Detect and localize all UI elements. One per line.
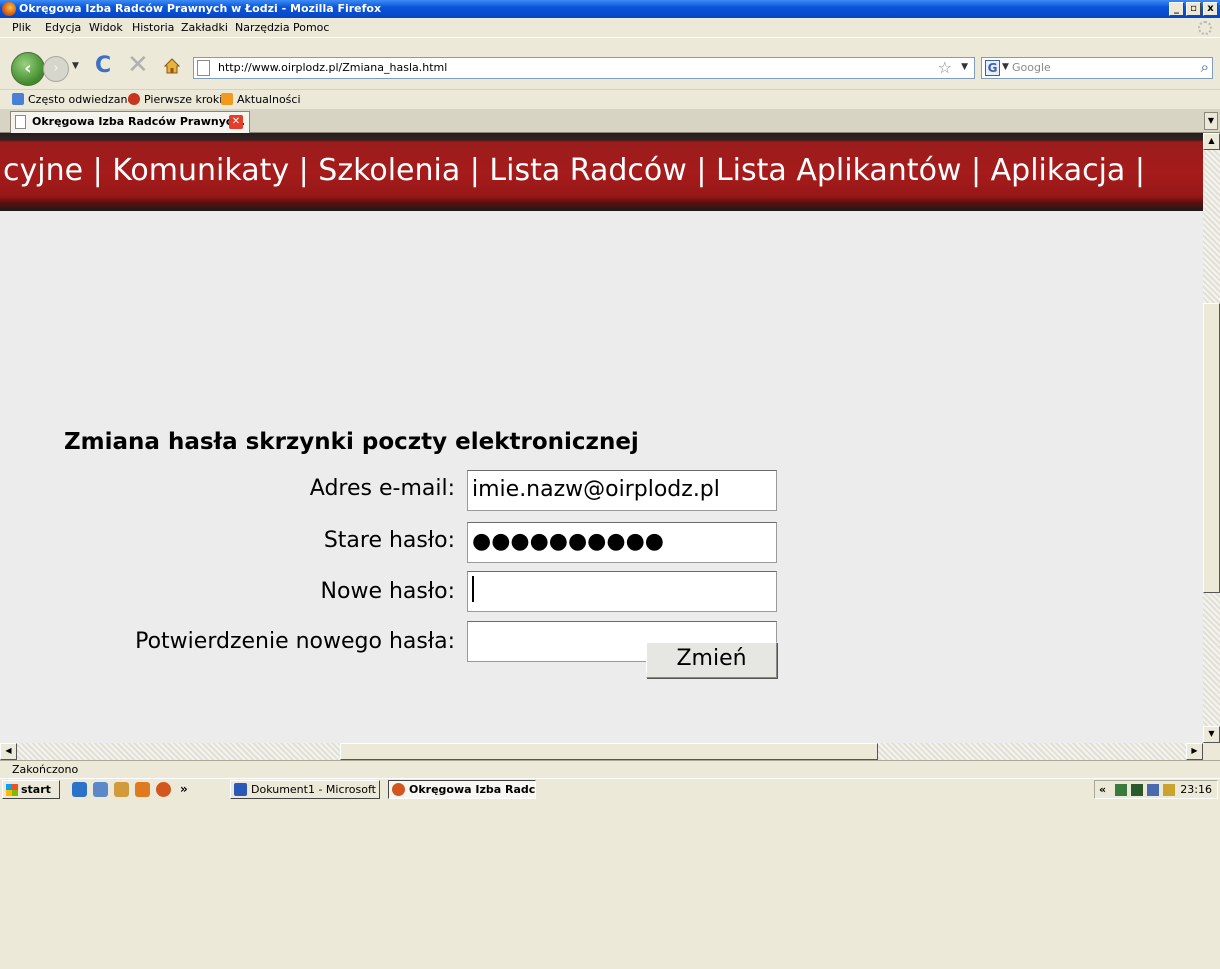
old-password-label: Stare hasło: — [323, 528, 455, 553]
horizontal-scrollbar[interactable]: ◀ ▶ — [0, 743, 1203, 760]
media-quicklaunch-icon[interactable] — [135, 782, 150, 797]
history-dropdown-icon[interactable]: ▼ — [72, 61, 79, 71]
old-password-field[interactable]: ●●●●●●●●●● — [467, 522, 777, 563]
menu-pomoc[interactable]: Pomoc — [293, 18, 329, 37]
new-password-field[interactable] — [467, 571, 777, 612]
url-text[interactable]: http://www.oirplodz.pl/Zmiana_hasla.html — [218, 61, 447, 74]
bookmark-star-icon[interactable]: ☆ — [938, 58, 952, 77]
home-icon[interactable] — [164, 58, 180, 74]
horizontal-scroll-thumb[interactable] — [340, 743, 878, 760]
search-bar[interactable]: G ▼ Google ⌕ — [981, 57, 1213, 79]
minimize-button[interactable]: _ — [1169, 2, 1184, 16]
new-password-label: Nowe hasło: — [320, 579, 455, 604]
scroll-right-icon[interactable]: ▶ — [1186, 743, 1203, 760]
close-button[interactable]: x — [1203, 2, 1218, 16]
back-button[interactable]: ‹ — [11, 52, 45, 86]
status-bar: Zakończono — [0, 760, 1220, 778]
scrollbar-corner — [1203, 743, 1220, 760]
quicklaunch-more-icon[interactable]: » — [180, 779, 188, 799]
maximize-button[interactable]: ▫ — [1186, 2, 1201, 16]
firefox-bookmark-icon — [128, 93, 140, 105]
menu-plik[interactable]: Plik — [12, 18, 31, 37]
bookmark-czesto-odwiedzane[interactable]: Często odwiedzane — [12, 90, 134, 110]
ie-quicklaunch-icon[interactable] — [72, 782, 87, 797]
window-controls: _ ▫ x — [1167, 2, 1218, 17]
firefox-icon — [2, 2, 16, 16]
tab-page-icon — [15, 115, 26, 129]
menu-narzedzia[interactable]: Narzędzia — [235, 18, 290, 37]
word-icon — [234, 783, 247, 796]
throbber-icon — [1198, 21, 1212, 35]
menu-bar: Plik Edycja Widok Historia Zakładki Narz… — [0, 18, 1220, 37]
page-icon — [197, 60, 210, 76]
url-dropdown-icon[interactable]: ▼ — [961, 62, 968, 72]
start-button[interactable]: start — [2, 780, 60, 799]
bookmark-label: Pierwsze kroki — [144, 93, 223, 106]
bookmark-folder-icon — [12, 93, 24, 105]
bookmark-label: Często odwiedzane — [28, 93, 135, 106]
forward-button[interactable]: › — [43, 56, 69, 82]
task-label: Dokument1 - Microsoft ... — [251, 783, 380, 796]
form-title: Zmiana hasła skrzynki poczty elektronicz… — [64, 429, 639, 455]
search-placeholder[interactable]: Google — [1012, 61, 1051, 74]
system-tray: « 23:16 — [1094, 780, 1218, 799]
menu-widok[interactable]: Widok — [89, 18, 123, 37]
rss-icon — [221, 93, 233, 105]
scroll-left-icon[interactable]: ◀ — [0, 743, 17, 760]
site-navigation: cyjne | Komunikaty | Szkolenia | Lista R… — [0, 133, 1203, 211]
reload-icon[interactable]: C — [95, 53, 111, 78]
tab-bar: Okręgowa Izba Radców Prawnyc... ✕ ▼ — [0, 109, 1220, 133]
text-caret — [472, 576, 474, 602]
back-arrow-icon: ‹ — [24, 58, 32, 79]
email-field[interactable]: imie.nazw@oirplodz.pl — [467, 470, 777, 511]
window-title-bar[interactable]: Okręgowa Izba Radców Prawnych w Łodzi - … — [0, 0, 1220, 18]
task-word[interactable]: Dokument1 - Microsoft ... — [230, 780, 380, 799]
bookmark-aktualnosci[interactable]: Aktualności — [221, 90, 301, 110]
task-firefox[interactable]: Okręgowa Izba Radcó... — [388, 780, 536, 799]
search-icon[interactable]: ⌕ — [1201, 58, 1209, 76]
windows-logo-icon — [6, 784, 18, 796]
firefox-task-icon — [392, 783, 405, 796]
url-bar[interactable]: http://www.oirplodz.pl/Zmiana_hasla.html… — [193, 57, 975, 79]
bookmark-label: Aktualności — [237, 93, 301, 106]
clock: 23:16 — [1180, 783, 1212, 796]
tab-oirp[interactable]: Okręgowa Izba Radców Prawnyc... ✕ — [10, 111, 250, 133]
search-engine-dropdown-icon[interactable]: ▼ — [1002, 62, 1009, 72]
tab-close-icon[interactable]: ✕ — [229, 115, 243, 129]
firefox-quicklaunch-icon[interactable] — [156, 782, 171, 797]
menu-zakladki[interactable]: Zakładki — [181, 18, 228, 37]
stop-icon[interactable]: ✕ — [127, 50, 149, 80]
vertical-scroll-thumb[interactable] — [1203, 303, 1220, 593]
menu-historia[interactable]: Historia — [132, 18, 174, 37]
network-tray-icon[interactable] — [1115, 784, 1127, 796]
tray-expand-icon[interactable]: « — [1099, 781, 1106, 798]
email-label: Adres e-mail: — [309, 476, 455, 501]
status-text: Zakończono — [12, 763, 79, 776]
antivirus-tray-icon[interactable] — [1131, 784, 1143, 796]
task-label: Okręgowa Izba Radcó... — [409, 783, 536, 796]
forward-arrow-icon: › — [53, 61, 59, 76]
windows-taskbar: start » Dokument1 - Microsoft ... Okręgo… — [0, 778, 1220, 800]
bookmarks-toolbar: Często odwiedzane Pierwsze kroki Aktualn… — [0, 89, 1220, 109]
window-title: Okręgowa Izba Radców Prawnych w Łodzi - … — [19, 2, 382, 15]
menu-edycja[interactable]: Edycja — [45, 18, 81, 37]
start-label: start — [21, 783, 51, 796]
vertical-scrollbar[interactable]: ▲ ▼ — [1203, 133, 1220, 743]
app-quicklaunch-icon[interactable] — [114, 782, 129, 797]
site-nav-links[interactable]: cyjne | Komunikaty | Szkolenia | Lista R… — [3, 153, 1145, 188]
page-content: cyjne | Komunikaty | Szkolenia | Lista R… — [0, 133, 1203, 743]
submit-button[interactable]: Zmień — [646, 642, 777, 678]
scroll-up-icon[interactable]: ▲ — [1203, 133, 1220, 150]
navigation-toolbar: ‹ › ▼ C ✕ http://www.oirplodz.pl/Zmiana_… — [0, 37, 1220, 89]
desktop-quicklaunch-icon[interactable] — [93, 782, 108, 797]
monitor-tray-icon[interactable] — [1147, 784, 1159, 796]
volume-tray-icon[interactable] — [1163, 784, 1175, 796]
scroll-down-icon[interactable]: ▼ — [1203, 726, 1220, 743]
tab-label: Okręgowa Izba Radców Prawnyc... — [32, 115, 245, 128]
google-engine-icon[interactable]: G — [985, 60, 1000, 76]
confirm-password-label: Potwierdzenie nowego hasła: — [135, 629, 455, 654]
tab-list-button[interactable]: ▼ — [1204, 112, 1218, 130]
bookmark-pierwsze-kroki[interactable]: Pierwsze kroki — [128, 90, 222, 110]
